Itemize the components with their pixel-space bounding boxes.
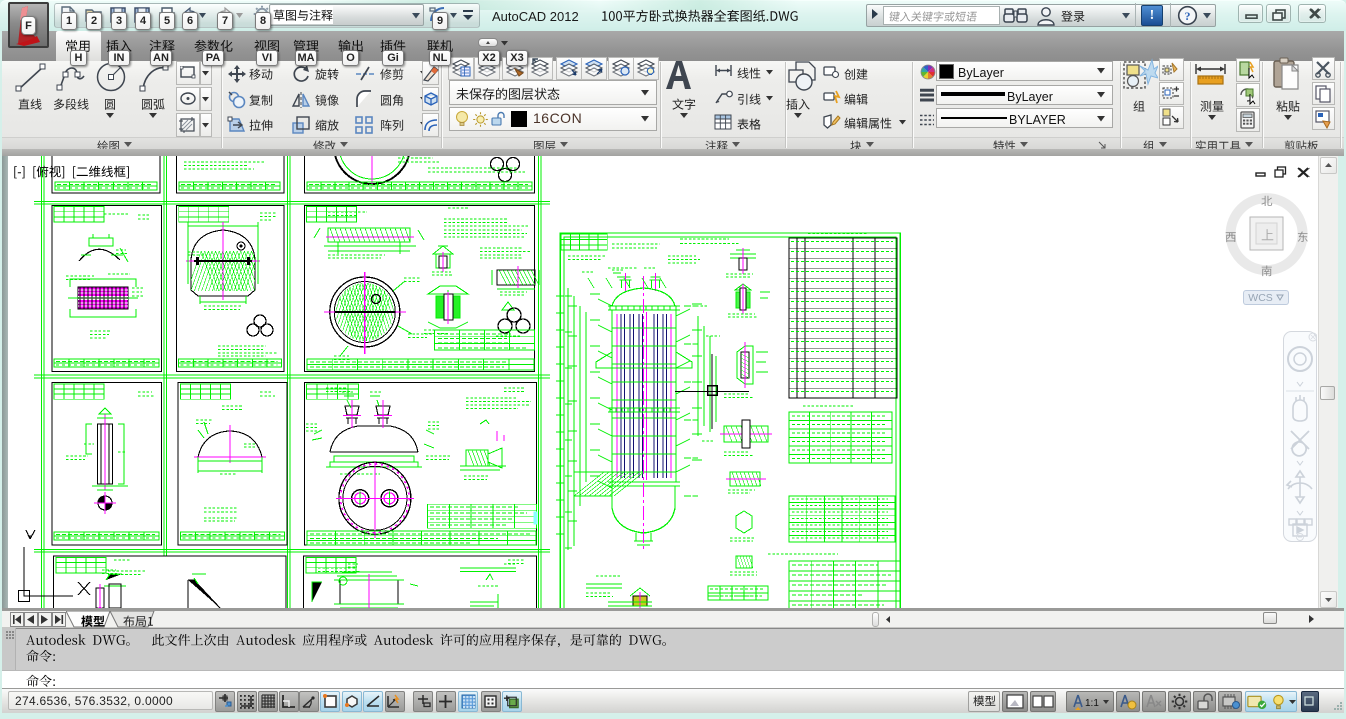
svg-text:?: ? bbox=[1185, 9, 1191, 23]
svg-text:1:1: 1:1 bbox=[1085, 698, 1099, 709]
